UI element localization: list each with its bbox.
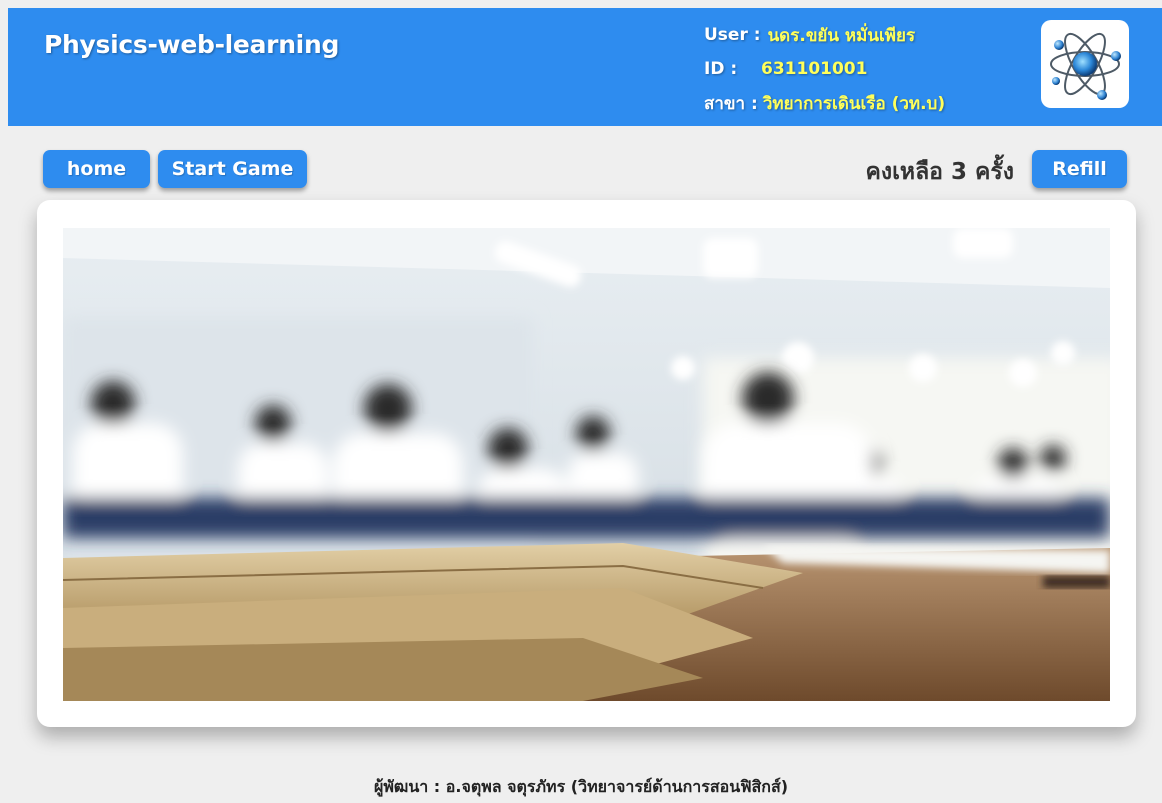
user-info: User : นดร.ขยัน หมั่นเพียร ID : 63110100… — [704, 18, 945, 120]
user-row: User : นดร.ขยัน หมั่นเพียร — [704, 18, 945, 52]
branch-row: สาขา : วิทยาการเดินเรือ (วท.บ) — [704, 86, 945, 120]
refill-button[interactable]: Refill — [1032, 150, 1127, 188]
main-card — [37, 200, 1136, 727]
header-bar: Physics-web-learning User : นดร.ขยัน หมั… — [8, 8, 1162, 126]
branch-value: วิทยาการเดินเรือ (วท.บ) — [762, 93, 946, 114]
page: Physics-web-learning User : นดร.ขยัน หมั… — [0, 0, 1162, 803]
hero-image — [63, 228, 1110, 701]
branch-label: สาขา : — [704, 93, 758, 114]
developer-credit: ผู้พัฒนา : อ.จตุพล จตุรภัทร (วิทยาจารย์ด… — [373, 777, 789, 796]
id-value: 631101001 — [761, 59, 868, 79]
remaining-attempts: คงเหลือ 3 ครั้ง — [865, 159, 1014, 185]
user-label: User : — [704, 25, 761, 45]
user-name: นดร.ขยัน หมั่นเพียร — [767, 25, 916, 46]
home-button[interactable]: home — [43, 150, 150, 188]
atom-logo-icon — [1041, 20, 1129, 108]
site-title: Physics-web-learning — [44, 30, 340, 59]
id-label: ID : — [704, 59, 738, 79]
id-row: ID : 631101001 — [704, 52, 945, 86]
start-game-button[interactable]: Start Game — [158, 150, 307, 188]
